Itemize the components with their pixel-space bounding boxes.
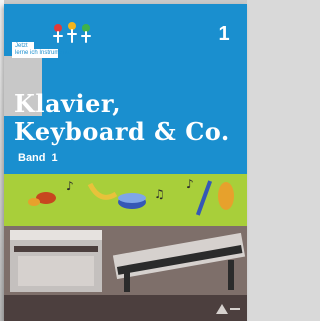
piano-icon — [10, 230, 102, 292]
svg-text:♪: ♪ — [186, 177, 194, 191]
keyboard-icon — [112, 232, 246, 292]
book-title-line1: Klavier, — [14, 89, 122, 118]
publisher-logo-icon — [216, 304, 240, 314]
volume-number: 1 — [218, 23, 230, 45]
band-number: 1 — [51, 152, 58, 164]
band-label: Band 1 — [18, 151, 58, 165]
series-label-instrumente: lerne ich Instrumente — [12, 49, 71, 58]
band-text: Band — [18, 152, 46, 164]
violin-icon — [28, 192, 56, 206]
book-cover[interactable]: Jetzt lerne ich Instrumente 1 Klavier, K… — [4, 4, 247, 321]
instrument-illustration: ♪ ♫ ♪ — [10, 177, 246, 292]
saxophone-icon — [87, 182, 118, 200]
book-title: Klavier, Keyboard & Co. — [14, 90, 239, 146]
recorder-icon — [195, 180, 234, 216]
svg-text:♫: ♫ — [154, 187, 165, 201]
book-title-line2: Keyboard & Co. — [14, 117, 230, 146]
drum-icon — [118, 193, 146, 209]
svg-text:♪: ♪ — [66, 179, 74, 193]
